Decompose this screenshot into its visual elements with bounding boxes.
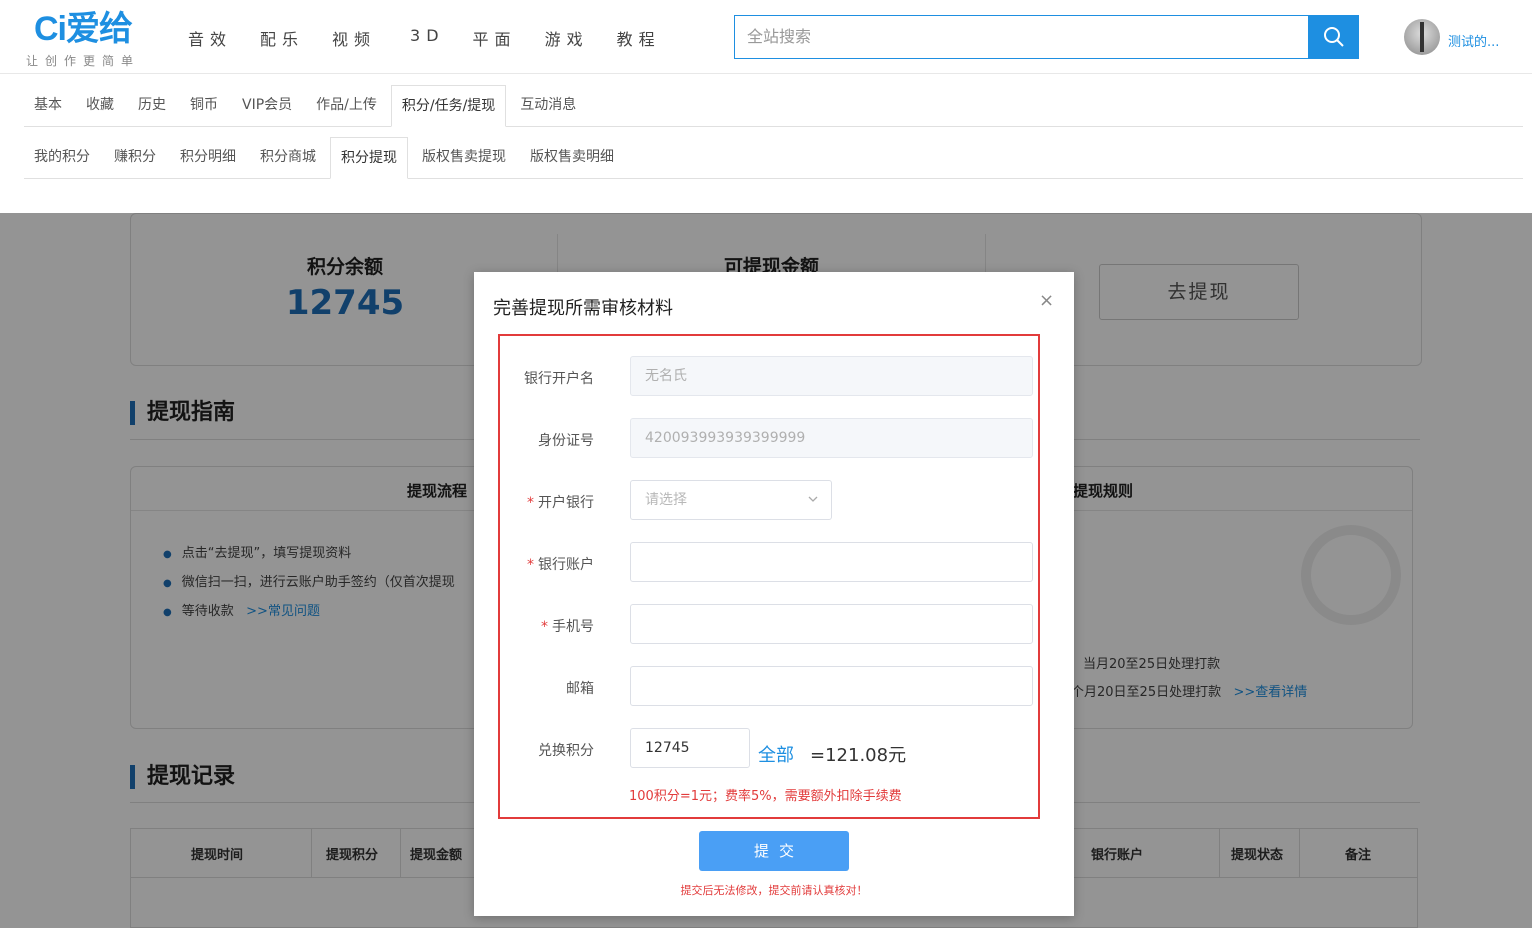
id-number-label: 身份证号 (538, 433, 594, 449)
close-icon[interactable]: × (1039, 290, 1054, 311)
nav-tutorial[interactable]: 教程 (617, 26, 661, 50)
tab-earn-points[interactable]: 赚积分 (104, 137, 166, 179)
logo-slogan: 让创作更简单 (26, 54, 141, 68)
points-exchange-label: 兑换积分 (538, 743, 594, 759)
tab-points-detail[interactable]: 积分明细 (170, 137, 246, 179)
required-mark: * (527, 495, 534, 511)
modal-title: 完善提现所需审核材料 (493, 298, 673, 319)
bank-select[interactable]: 请选择 (630, 480, 832, 520)
logo-text: Ci爱给 (34, 10, 133, 48)
account-name-label: 银行开户名 (524, 371, 594, 387)
phone-field[interactable] (630, 604, 1033, 644)
username[interactable]: 测试的... (1448, 31, 1499, 50)
points-exchange-field[interactable]: 12745 (630, 728, 750, 768)
converted-amount: =121.08元 (810, 745, 907, 766)
tab-copyright-detail[interactable]: 版权售卖明细 (520, 137, 624, 179)
nav-graphic[interactable]: 平面 (473, 26, 517, 50)
bank-label: * 开户银行 (527, 495, 594, 511)
primary-tabs: 基本 收藏 历史 铜币 VIP会员 作品/上传 积分/任务/提现 互动消息 (24, 85, 1523, 127)
id-number-field: 420093993939399999 (630, 418, 1033, 458)
tab-coins[interactable]: 铜币 (180, 85, 228, 127)
phone-label: * 手机号 (541, 619, 594, 635)
bank-account-field[interactable] (630, 542, 1033, 582)
search-button[interactable] (1308, 15, 1359, 59)
user-avatar[interactable] (1404, 19, 1440, 55)
submit-button[interactable]: 提交 (699, 831, 849, 871)
tab-points-mall[interactable]: 积分商城 (250, 137, 326, 179)
email-field[interactable] (630, 666, 1033, 706)
site-header: Ci爱给 让创作更简单 音效 配乐 视频 3D 平面 游戏 教程 全站搜索 测试… (0, 0, 1532, 74)
submit-warning: 提交后无法修改，提交前请认真核对！ (680, 884, 868, 897)
tab-copyright-withdraw[interactable]: 版权售卖提现 (412, 137, 516, 179)
search-input[interactable]: 全站搜索 (734, 15, 1308, 59)
required-mark: * (527, 557, 534, 573)
tab-basic[interactable]: 基本 (24, 85, 72, 127)
required-mark: * (541, 619, 548, 635)
withdraw-form: 银行开户名 无名氏 身份证号 420093993939399999 * 开户银行 … (498, 334, 1040, 819)
tab-history[interactable]: 历史 (128, 85, 176, 127)
site-logo[interactable]: Ci爱给 让创作更简单 (26, 10, 133, 68)
all-points-link[interactable]: 全部 (758, 741, 794, 767)
nav-music[interactable]: 配乐 (260, 26, 304, 50)
tab-favorites[interactable]: 收藏 (76, 85, 124, 127)
tab-points-tasks-withdraw[interactable]: 积分/任务/提现 (390, 85, 507, 127)
nav-3d[interactable]: 3D (410, 26, 445, 50)
fee-note: 100积分=1元；费率5%，需要额外扣除手续费 (629, 789, 902, 804)
tab-my-points[interactable]: 我的积分 (24, 137, 100, 179)
tab-vip[interactable]: VIP会员 (232, 85, 302, 127)
main-nav: 音效 配乐 视频 3D 平面 游戏 教程 (188, 26, 689, 50)
tab-messages[interactable]: 互动消息 (510, 85, 586, 127)
secondary-tabs: 我的积分 赚积分 积分明细 积分商城 积分提现 版权售卖提现 版权售卖明细 (24, 137, 1523, 179)
account-name-field: 无名氏 (630, 356, 1033, 396)
bank-account-label: * 银行账户 (527, 557, 594, 573)
nav-sound-effects[interactable]: 音效 (188, 26, 232, 50)
chevron-down-icon (808, 496, 818, 502)
nav-game[interactable]: 游戏 (545, 26, 589, 50)
nav-video[interactable]: 视频 (332, 26, 376, 50)
tab-works-upload[interactable]: 作品/上传 (306, 85, 387, 127)
withdraw-modal: 完善提现所需审核材料 × 银行开户名 无名氏 身份证号 420093993939… (474, 272, 1074, 916)
email-label: 邮箱 (566, 681, 594, 697)
tab-points-withdraw[interactable]: 积分提现 (330, 137, 408, 179)
bank-select-placeholder: 请选择 (645, 492, 687, 508)
search-icon (1323, 27, 1344, 47)
